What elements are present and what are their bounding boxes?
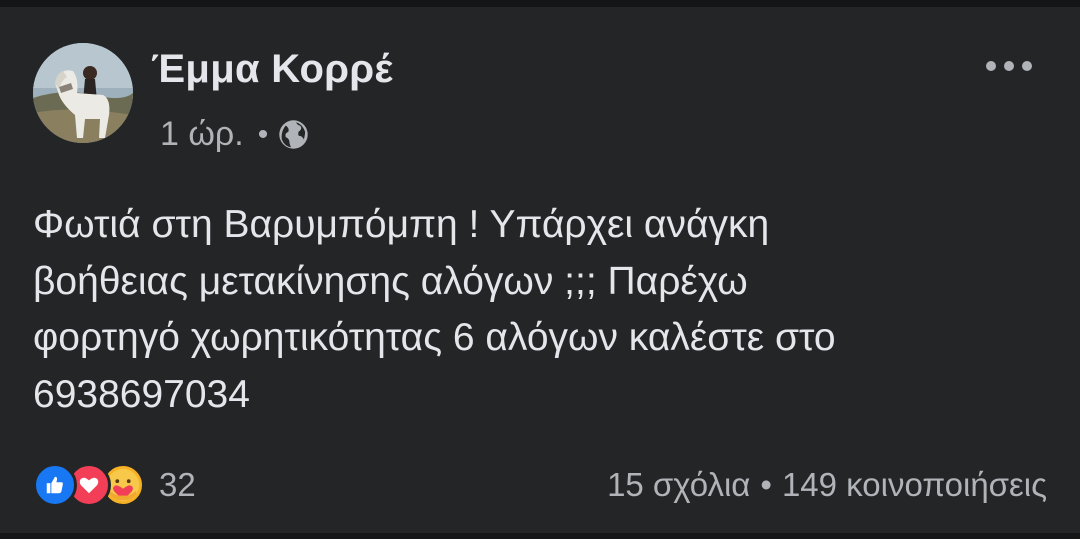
post-card: Έμμα Κορρέ 1 ώρ. • Φωτιά στη Βαρυμπόμπη … <box>0 0 1080 539</box>
meta-separator: • <box>257 117 269 151</box>
post-stats: 15 σχόλια • 149 κοινοποιήσεις <box>607 466 1047 504</box>
more-dot <box>1004 61 1014 71</box>
more-dot <box>986 61 996 71</box>
avatar[interactable] <box>33 43 133 143</box>
globe-icon[interactable] <box>278 119 309 150</box>
post-text: Φωτιά στη Βαρυμπόμπη ! Υπάρχει ανάγκη βο… <box>33 203 836 416</box>
reactions-summary[interactable]: 32 <box>33 463 196 507</box>
like-icon <box>33 463 77 507</box>
stats-separator: • <box>760 466 772 503</box>
post-time[interactable]: 1 ώρ. <box>160 115 244 154</box>
more-dot <box>1022 61 1032 71</box>
post-meta: 1 ώρ. • <box>160 115 309 154</box>
shares-count[interactable]: 149 κοινοποιήσεις <box>782 466 1047 504</box>
comments-count[interactable]: 15 σχόλια <box>607 466 750 504</box>
more-options-icon[interactable] <box>986 55 1032 77</box>
author-name[interactable]: Έμμα Κορρέ <box>151 47 393 92</box>
reaction-count: 32 <box>159 466 196 503</box>
horse-photo <box>33 43 133 143</box>
